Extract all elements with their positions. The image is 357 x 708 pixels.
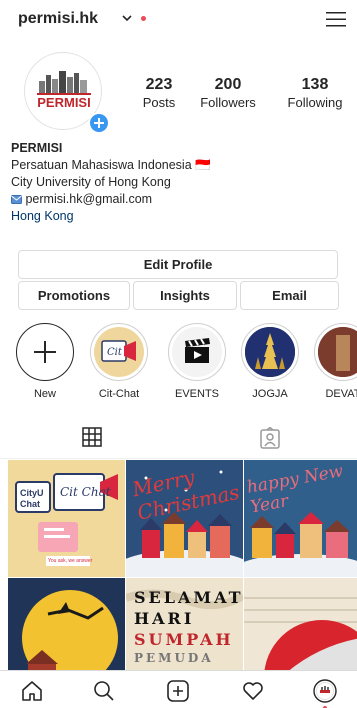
notification-dot	[141, 16, 146, 21]
highlight-ring	[16, 323, 74, 381]
activity-heart-icon[interactable]	[241, 679, 265, 703]
sumpah-pemuda-text: SELAMAT HARI SUMPAH PEMUDA	[134, 588, 243, 665]
profile-avatar-icon[interactable]	[313, 679, 337, 703]
highlight-ring	[241, 323, 299, 381]
following-label: Following	[287, 95, 343, 110]
insights-button[interactable]: Insights	[133, 281, 237, 310]
hamburger-menu-icon[interactable]	[326, 10, 346, 28]
bio-location[interactable]: Hong Kong	[11, 208, 211, 225]
post-tile[interactable]: SELAMAT HARI SUMPAH PEMUDA	[126, 578, 243, 672]
bottom-nav	[0, 670, 357, 708]
bio-line-2: City University of Hong Kong	[11, 175, 171, 189]
clapperboard-icon	[172, 327, 222, 377]
tile-label: Chat	[20, 499, 40, 509]
tile-caption: You ask, we answer	[48, 558, 93, 564]
grid-icon[interactable]	[82, 427, 102, 447]
plus-icon	[34, 341, 56, 363]
indonesia-flag-icon: 🇮🇩	[195, 158, 211, 172]
post-tile[interactable]	[8, 578, 125, 672]
posts-count: 223 Posts	[137, 76, 181, 110]
temple-icon	[245, 327, 295, 377]
profile-tabs	[0, 415, 357, 459]
post-image	[8, 578, 125, 672]
profile-name: PERMISI	[11, 141, 63, 155]
bio-email[interactable]: permisi.hk@gmail.com	[25, 192, 152, 206]
highlight-ring	[168, 323, 226, 381]
highlight-label: New	[33, 388, 56, 400]
followers-number: 200	[214, 76, 242, 93]
chat-megaphone-icon: Cit	[94, 327, 144, 377]
envelope-icon	[11, 195, 22, 204]
post-tile[interactable]	[244, 578, 357, 672]
bio-email-line: permisi.hk@gmail.com	[11, 191, 211, 208]
highlight-devat[interactable]: DEVAT	[312, 323, 357, 400]
highlight-label: Cit-Chat	[98, 388, 140, 400]
following-number: 138	[301, 76, 329, 93]
followers-count[interactable]: 200 Followers	[188, 76, 268, 110]
bio-line-1-text: Persatuan Mahasiswa Indonesia	[11, 158, 192, 172]
highlight-ring	[314, 323, 357, 381]
photo-icon	[318, 327, 357, 377]
highlight-jogja[interactable]: JOGJA	[239, 323, 301, 400]
profile-avatar[interactable]: PERMISI	[24, 52, 110, 134]
add-story-plus-icon[interactable]	[88, 112, 110, 134]
highlight-label: EVENTS	[174, 388, 219, 400]
following-count[interactable]: 138 Following	[280, 76, 350, 110]
chevron-down-icon[interactable]	[121, 12, 133, 24]
promotions-button[interactable]: Promotions	[18, 281, 130, 310]
account-username[interactable]: permisi.hk	[18, 10, 98, 28]
tile-logo: Cit Chat	[60, 485, 111, 499]
tile-line: HARI	[134, 609, 195, 628]
home-icon[interactable]	[20, 679, 44, 703]
new-post-icon[interactable]	[166, 679, 190, 703]
bio-line-1: Persatuan Mahasiswa Indonesia 🇮🇩	[11, 157, 211, 174]
highlight-new[interactable]: New	[14, 323, 76, 400]
highlight-label: JOGJA	[252, 388, 288, 400]
post-tile[interactable]: CityU Chat Cit Chat You ask, we answer	[8, 460, 125, 577]
tile-label: CityU	[20, 488, 44, 498]
highlight-label: DEVAT	[325, 388, 357, 400]
highlight-cit-chat[interactable]: Cit Cit-Chat	[88, 323, 150, 400]
svg-text:PERMISI: PERMISI	[37, 95, 90, 110]
highlight-ring: Cit	[90, 323, 148, 381]
profile-bio: PERMISI Persatuan Mahasiswa Indonesia 🇮🇩…	[11, 140, 211, 225]
edit-profile-button[interactable]: Edit Profile	[18, 250, 338, 279]
highlight-events[interactable]: EVENTS	[166, 323, 228, 400]
posts-number: 223	[145, 76, 173, 93]
tagged-person-icon[interactable]	[260, 427, 280, 449]
post-image	[244, 578, 357, 672]
email-button[interactable]: Email	[240, 281, 339, 310]
top-bar: permisi.hk	[0, 0, 357, 40]
tile-line: PEMUDA	[134, 651, 214, 665]
posts-grid: CityU Chat Cit Chat You ask, we answer M…	[8, 460, 357, 672]
followers-label: Followers	[200, 95, 256, 110]
post-tile[interactable]: happy New Year	[244, 460, 357, 577]
svg-text:Cit: Cit	[107, 347, 123, 358]
tile-line: SELAMAT	[134, 588, 243, 607]
post-tile[interactable]: Merry Christmas	[126, 460, 243, 577]
tile-line: SUMPAH	[134, 630, 234, 649]
posts-label: Posts	[142, 95, 176, 110]
search-icon[interactable]	[92, 679, 116, 703]
